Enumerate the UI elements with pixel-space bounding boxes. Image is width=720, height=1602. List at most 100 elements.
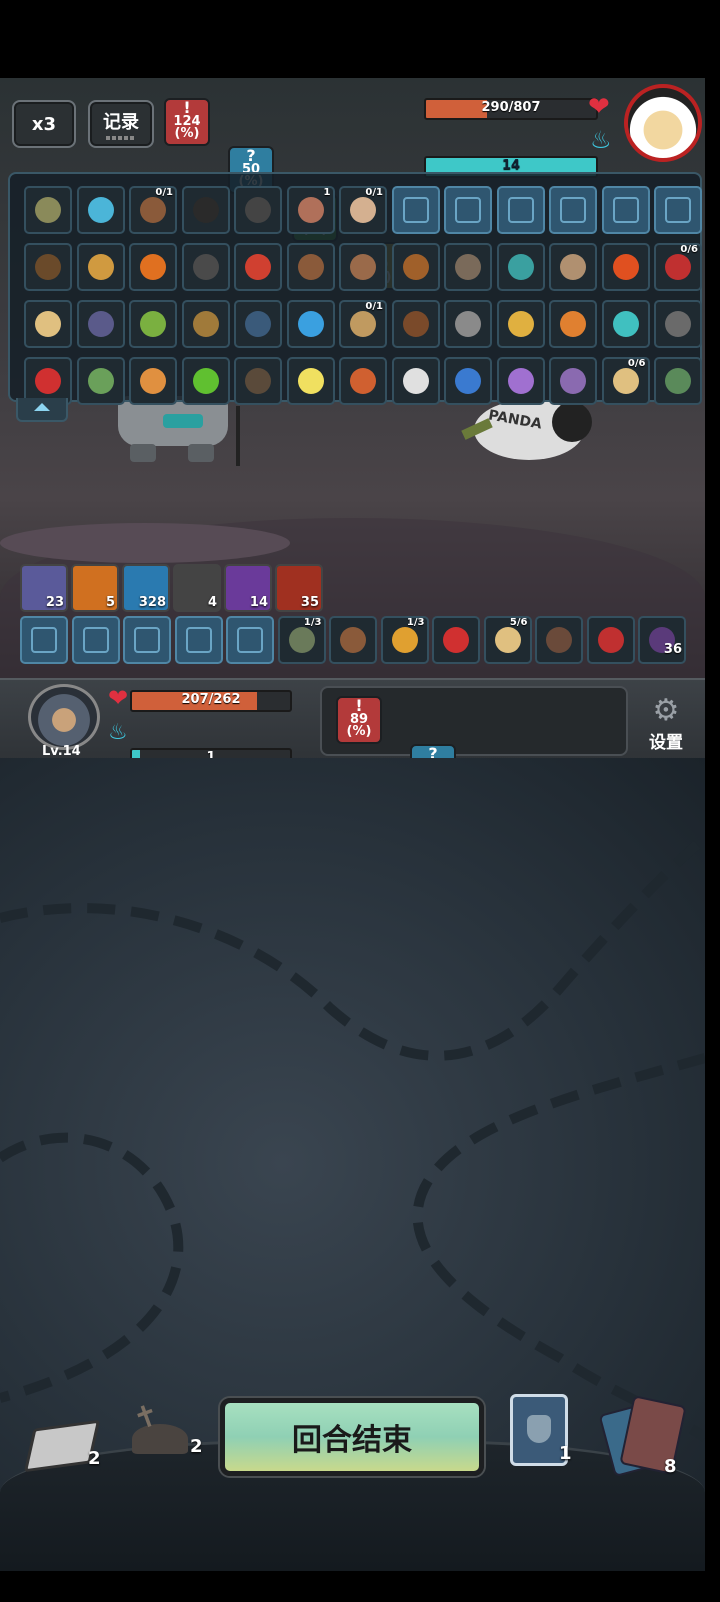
enemy-portrait[interactable] (624, 84, 702, 162)
item-slot[interactable] (181, 243, 230, 291)
relic-slot[interactable] (535, 616, 583, 664)
item-icon (87, 311, 114, 337)
relic-slot[interactable] (432, 616, 480, 664)
speed-button[interactable]: x3 (12, 100, 76, 148)
buff-icon[interactable]: 23 (20, 564, 68, 612)
item-slot[interactable] (601, 300, 650, 348)
relic-slot-locked[interactable] (20, 616, 68, 664)
item-count: 0/6 (680, 244, 698, 255)
item-slot[interactable] (654, 300, 702, 348)
buff-icon[interactable]: 14 (224, 564, 272, 612)
item-slot[interactable] (181, 357, 230, 405)
item-slot[interactable] (129, 300, 177, 348)
item-slot[interactable] (444, 243, 492, 291)
item-slot[interactable] (286, 300, 335, 348)
item-slot[interactable] (391, 243, 440, 291)
item-slot[interactable] (496, 243, 545, 291)
relic-slot[interactable] (329, 616, 377, 664)
item-slot[interactable] (76, 357, 125, 405)
item-slot[interactable]: 1 (286, 186, 335, 234)
relic-icon (134, 627, 160, 653)
item-slot[interactable] (339, 357, 387, 405)
item-icon (245, 254, 271, 280)
potion-slot[interactable]: 1 (510, 1394, 572, 1466)
player-stat-attack[interactable]: ! 89 (%) (336, 696, 382, 744)
item-slot[interactable] (391, 357, 440, 405)
item-slot[interactable] (549, 243, 597, 291)
log-button[interactable]: 记录 (88, 100, 154, 148)
item-slot[interactable]: 0/1 (129, 186, 177, 234)
item-icon (507, 368, 534, 394)
relic-slot-locked[interactable] (71, 616, 120, 664)
item-slot[interactable] (181, 300, 230, 348)
item-slot[interactable] (76, 243, 125, 291)
enemy-stat-attack[interactable]: ! 124 (%) (164, 98, 210, 146)
relic-slot[interactable]: 1/3 (380, 616, 429, 664)
item-slot[interactable] (129, 243, 177, 291)
item-slot[interactable] (286, 357, 335, 405)
item-icon (35, 311, 61, 337)
item-slot[interactable] (444, 300, 492, 348)
buff-stack-count: 14 (249, 595, 268, 610)
item-slot[interactable]: 0/6 (654, 243, 702, 291)
buff-icon[interactable]: 328 (122, 564, 170, 612)
buff-icon[interactable]: 35 (275, 564, 323, 612)
item-slot[interactable] (24, 300, 72, 348)
relic-icon (288, 627, 315, 653)
relic-slot-locked[interactable] (174, 616, 223, 664)
item-slot[interactable] (496, 357, 545, 405)
item-slot[interactable] (24, 186, 72, 234)
collapse-panel-button[interactable] (16, 398, 68, 422)
item-icon (297, 254, 324, 280)
item-slot[interactable] (549, 357, 597, 405)
item-slot[interactable] (601, 243, 650, 291)
item-slot[interactable] (654, 357, 702, 405)
player-avatar[interactable] (28, 684, 100, 750)
item-icon (507, 311, 534, 337)
item-icon (665, 254, 691, 280)
item-icon (350, 197, 376, 223)
item-slot[interactable] (234, 243, 282, 291)
grave-pile[interactable]: ✝ 2 (122, 1397, 212, 1466)
draw-pile[interactable]: 2 (23, 1418, 104, 1474)
buff-icon[interactable]: 5 (71, 564, 119, 612)
item-slot[interactable] (234, 357, 282, 405)
relic-slot-locked[interactable] (123, 616, 171, 664)
item-slot-locked[interactable] (391, 186, 440, 234)
item-slot[interactable] (339, 243, 387, 291)
log-label: 记录 (103, 112, 139, 133)
end-turn-button[interactable]: 回合结束 (220, 1398, 484, 1476)
item-slot[interactable]: 0/6 (601, 357, 650, 405)
relic-slot[interactable] (586, 616, 635, 664)
item-slot[interactable] (129, 357, 177, 405)
item-slot[interactable] (234, 300, 282, 348)
item-slot-locked[interactable] (601, 186, 650, 234)
relic-slot[interactable]: 5/6 (483, 616, 532, 664)
item-slot[interactable] (76, 186, 125, 234)
item-icon (297, 197, 324, 223)
item-slot[interactable] (286, 243, 335, 291)
item-slot-locked[interactable] (654, 186, 702, 234)
settings-button[interactable]: ⚙ 设置 (638, 694, 694, 756)
item-slot-locked[interactable] (496, 186, 545, 234)
buff-icon[interactable]: 4 (173, 564, 221, 612)
item-slot-locked[interactable] (549, 186, 597, 234)
relic-slot[interactable]: 1/3 (277, 616, 326, 664)
item-slot[interactable] (496, 300, 545, 348)
item-slot[interactable] (444, 357, 492, 405)
relic-slot-locked[interactable] (226, 616, 274, 664)
item-slot[interactable] (549, 300, 597, 348)
item-slot[interactable] (391, 300, 440, 348)
item-slot[interactable] (24, 243, 72, 291)
floor-patch (0, 523, 290, 563)
item-slot[interactable] (76, 300, 125, 348)
item-slot[interactable]: 0/1 (339, 300, 387, 348)
item-slot[interactable]: 0/1 (339, 186, 387, 234)
item-slot[interactable] (234, 186, 282, 234)
item-slot-locked[interactable] (444, 186, 492, 234)
item-slot[interactable] (181, 186, 230, 234)
discard-pile[interactable]: 8 (598, 1395, 698, 1478)
item-icon (245, 197, 271, 223)
relic-count: 5/6 (509, 617, 528, 628)
relic-slot[interactable]: 36 (638, 616, 686, 664)
